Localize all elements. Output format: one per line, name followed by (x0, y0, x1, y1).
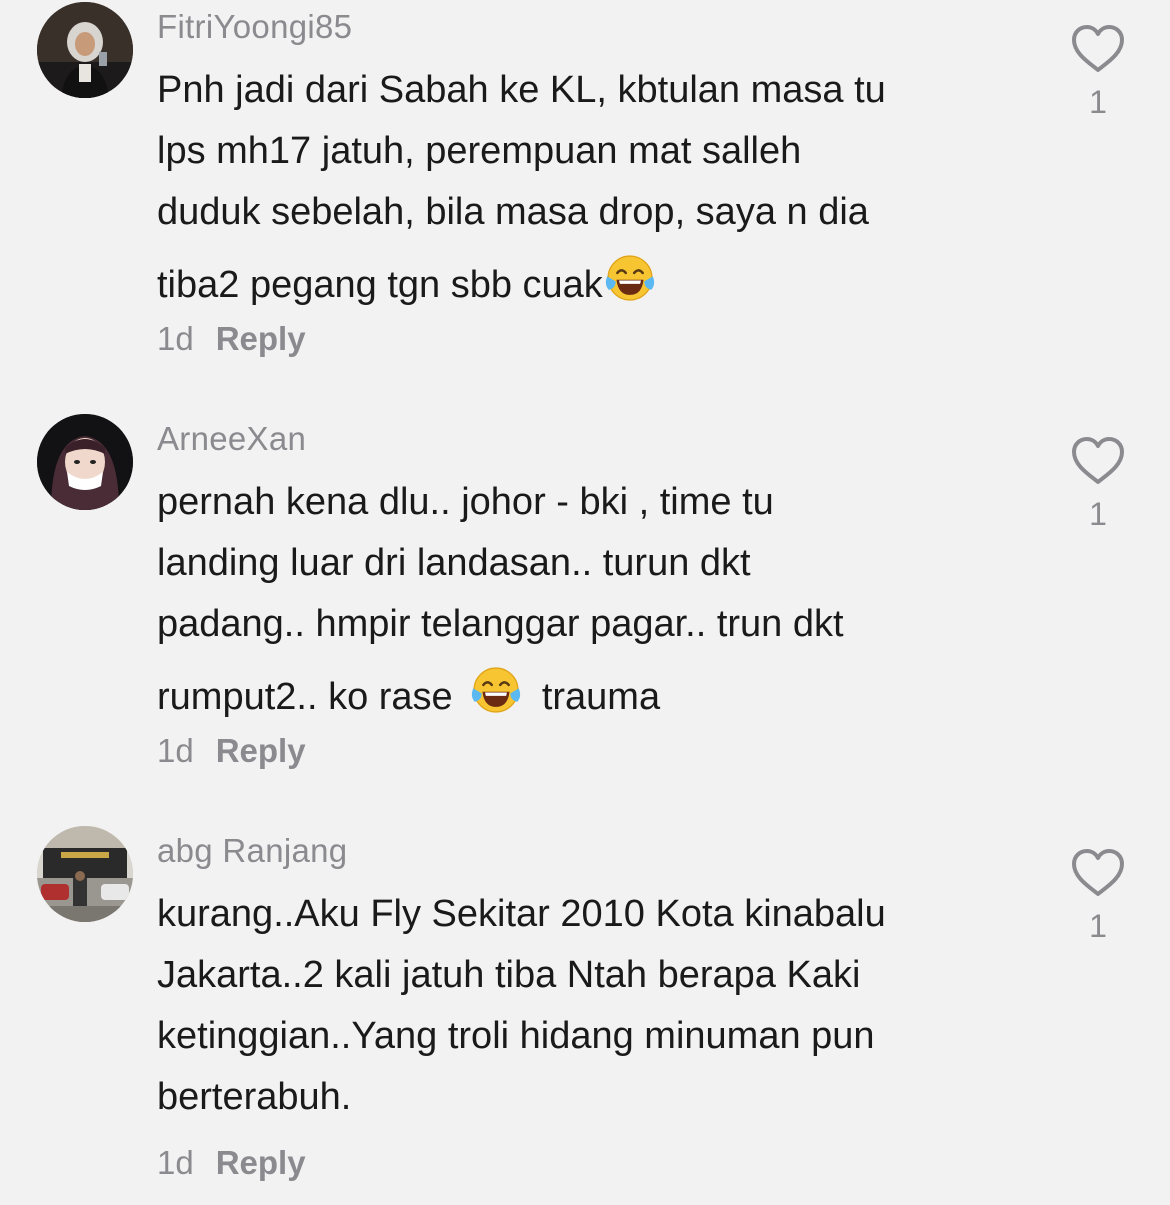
comment-timestamp: 1d (157, 732, 194, 769)
comment-text-line: pernah kena dlu.. johor - bki , time tu (157, 481, 774, 523)
comment-text-line: Jakarta..2 kali jatuh tiba Ntah berapa K… (157, 954, 861, 996)
reply-button[interactable]: Reply (216, 320, 306, 357)
comment-text-line: berterabuh. (157, 1076, 352, 1118)
like-count: 1 (1089, 496, 1107, 532)
comment-text-line: kurang..Aku Fly Sekitar 2010 Kota kinaba… (157, 893, 886, 935)
avatar[interactable] (37, 414, 133, 510)
user-avatar-icon (37, 414, 133, 510)
comment-meta: 1d Reply (157, 1144, 306, 1182)
like-count: 1 (1089, 908, 1107, 944)
comment-text-line-with-emoji: tiba2 pegang tgn sbb cuak (157, 251, 657, 307)
comment-text: rumput2.. ko rase (157, 676, 453, 718)
avatar[interactable] (37, 2, 133, 98)
user-avatar-icon (37, 2, 133, 98)
like-button[interactable]: 1 (1070, 848, 1126, 945)
reply-button[interactable]: Reply (216, 1144, 306, 1181)
comment-text-line: ketinggian..Yang troli hidang minuman pu… (157, 1015, 875, 1057)
comment-text: trauma (541, 676, 661, 718)
comment-timestamp: 1d (157, 320, 194, 357)
avatar[interactable] (37, 826, 133, 922)
comment-text-line: duduk sebelah, bila masa drop, saya n di… (157, 191, 869, 233)
comment-username[interactable]: abg Ranjang (157, 832, 347, 870)
comment-meta: 1d Reply (157, 320, 306, 358)
like-button[interactable]: 1 (1070, 24, 1126, 121)
tears-of-joy-emoji-icon (603, 251, 657, 305)
heart-outline-icon (1070, 24, 1126, 74)
comment-username[interactable]: FitriYoongi85 (157, 8, 352, 46)
comment-text-line-with-emoji: rumput2.. ko rase trauma (157, 663, 660, 719)
heart-outline-icon (1070, 848, 1126, 898)
comment-text-line: landing luar dri landasan.. turun dkt (157, 542, 751, 584)
reply-button[interactable]: Reply (216, 732, 306, 769)
comment-text-line: lps mh17 jatuh, perempuan mat salleh (157, 130, 802, 172)
comment-meta: 1d Reply (157, 732, 306, 770)
comment-username[interactable]: ArneeXan (157, 420, 306, 458)
heart-outline-icon (1070, 436, 1126, 486)
user-avatar-icon (37, 826, 133, 922)
comment-timestamp: 1d (157, 1144, 194, 1181)
comment-text: tiba2 pegang tgn sbb cuak (157, 264, 603, 306)
comment-text-line: Pnh jadi dari Sabah ke KL, kbtulan masa … (157, 69, 886, 111)
comment-text-line: padang.. hmpir telanggar pagar.. trun dk… (157, 603, 844, 645)
tears-of-joy-emoji-icon (469, 663, 523, 717)
like-button[interactable]: 1 (1070, 436, 1126, 533)
like-count: 1 (1089, 84, 1107, 120)
